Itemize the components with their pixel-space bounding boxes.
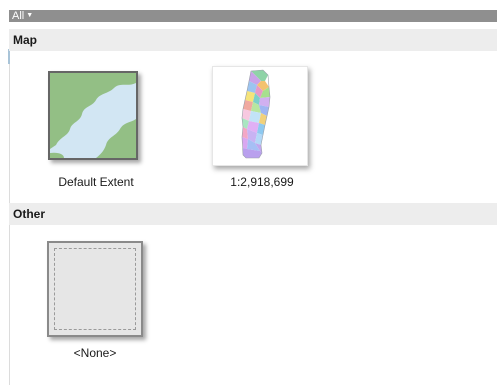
none-thumbnail-dashed-frame (54, 248, 136, 330)
section-title-map: Map (13, 33, 37, 47)
left-accent-marker (8, 49, 10, 64)
filter-dropdown-label: All (12, 10, 25, 22)
section-header-other: Other (9, 203, 497, 225)
bookmark-label-none: <None> (73, 346, 117, 360)
filter-dropdown[interactable]: All ▼ (12, 10, 33, 22)
bookmark-label-scale: 1:2,918,699 (230, 175, 294, 189)
bookmark-gallery-panel: All ▼ Map Default Extent 1:2,918,699 Oth… (0, 0, 497, 385)
none-thumbnail-icon[interactable] (47, 241, 143, 337)
section-title-other: Other (13, 207, 46, 221)
chevron-down-icon: ▼ (26, 12, 34, 19)
bookmark-label-default-extent: Default Extent (58, 175, 134, 189)
section-header-map: Map (9, 29, 497, 51)
portugal-map-thumbnail-icon[interactable] (212, 66, 308, 166)
filter-bar: All ▼ (9, 10, 497, 22)
default-extent-thumbnail-icon[interactable] (48, 71, 138, 160)
